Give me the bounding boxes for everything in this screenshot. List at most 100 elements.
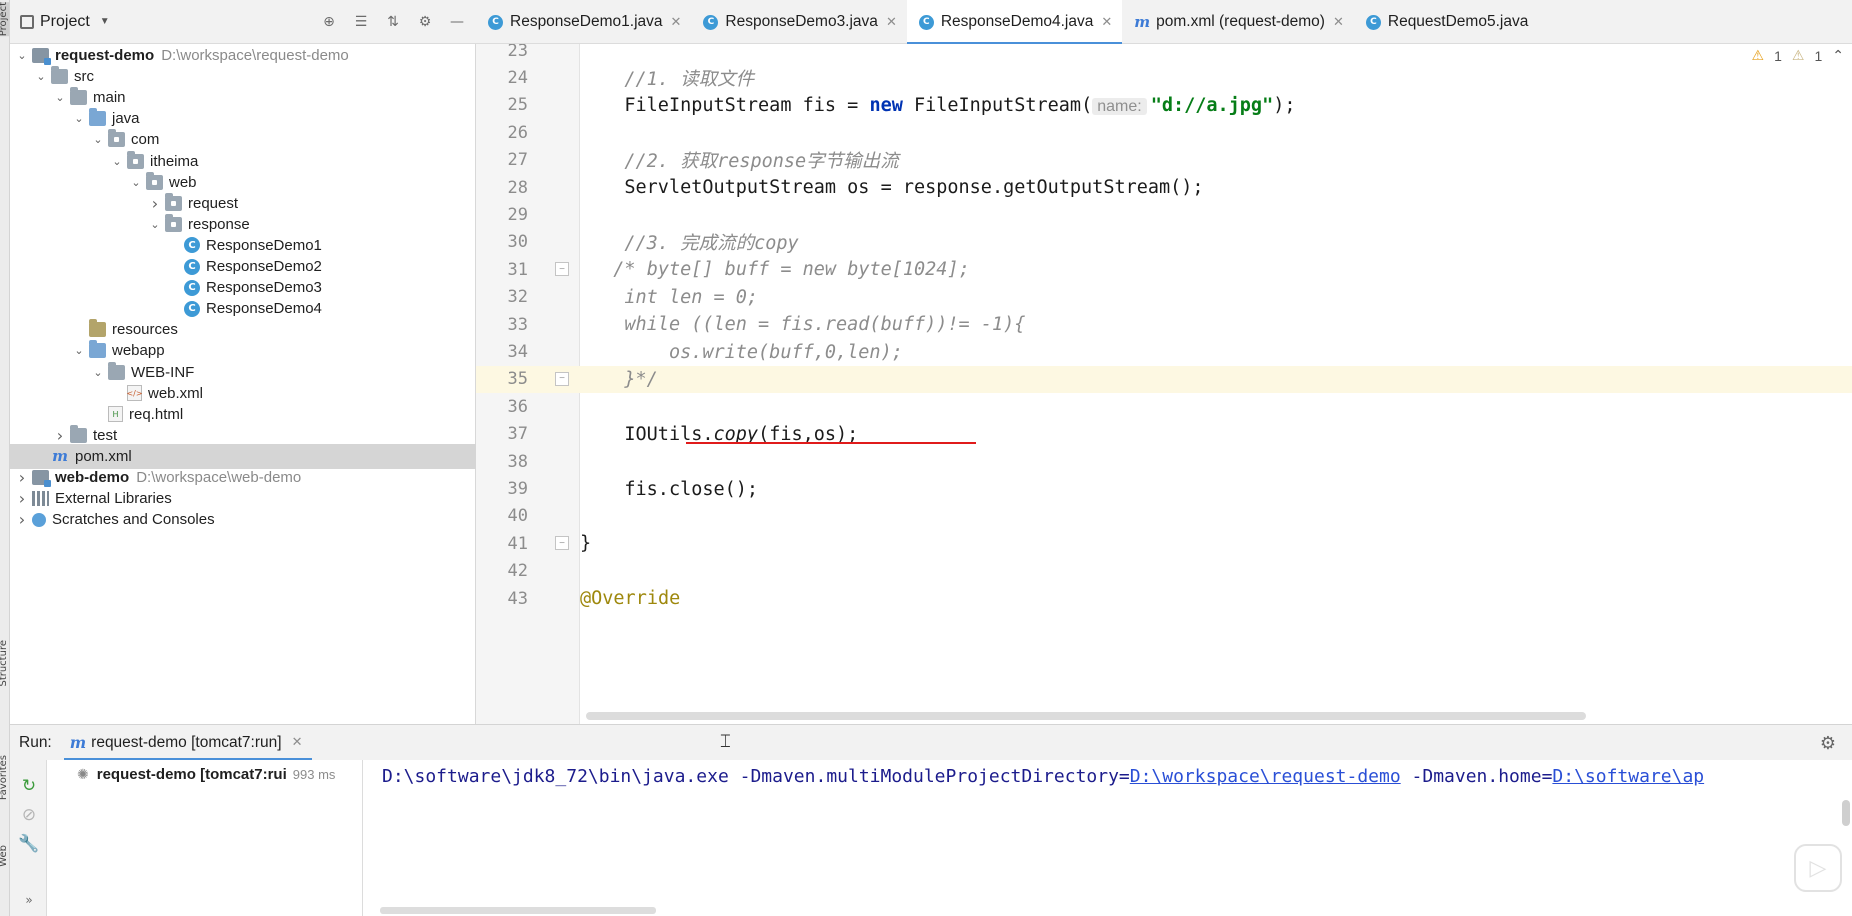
tree-item[interactable]: › Scratches and Consoles <box>10 507 476 532</box>
chevron-up-icon[interactable]: ⌃ <box>1832 48 1844 64</box>
code-text: @Override <box>580 588 681 610</box>
code-line[interactable]: 37 IOUtils.copy(fis,os); <box>476 421 1852 448</box>
editor-tab[interactable]: C ResponseDemo3.java ✕ <box>691 0 906 44</box>
code-line[interactable]: 43 @Override <box>476 585 1852 612</box>
run-config-tab[interactable]: m request-demo [tomcat7:run] ✕ <box>63 725 313 761</box>
web-tool-button[interactable]: Web <box>0 845 9 867</box>
close-icon[interactable]: ✕ <box>1101 15 1112 30</box>
rerun-icon[interactable]: ↻ <box>19 776 39 796</box>
chevron-right-icon[interactable]: › <box>12 468 32 487</box>
more-icon[interactable]: » <box>19 890 39 910</box>
line-number: 31 <box>507 259 528 280</box>
chevron-down-icon[interactable]: ⌄ <box>107 155 127 168</box>
fold-marker-icon[interactable]: − <box>555 262 569 277</box>
expand-all-icon[interactable]: ☰ <box>352 13 370 31</box>
chevron-down-icon[interactable]: ⌄ <box>12 49 32 62</box>
chevron-down-icon[interactable]: ⌄ <box>88 133 108 146</box>
code-editor[interactable]: 23 24 //1. 读取文件 25 FileInputStream fis = new… <box>476 44 1852 724</box>
chevron-down-icon[interactable]: ⌄ <box>50 91 70 104</box>
package-icon <box>127 150 144 169</box>
editor-tab[interactable]: m pom.xml (request-demo) ✕ <box>1122 0 1354 44</box>
chevron-right-icon[interactable]: › <box>12 510 32 529</box>
code-line[interactable]: 39 fis.close(); <box>476 475 1852 502</box>
ide-window: Project Structure Favorites Web Project … <box>0 0 1852 916</box>
console-horizontal-scrollbar[interactable] <box>380 907 656 914</box>
tree-item-label: test <box>93 426 118 444</box>
project-tool-button[interactable]: Project <box>0 2 9 37</box>
tree-item-label: main <box>93 89 126 107</box>
code-line[interactable]: 28 ServletOutputStream os = response.getO… <box>476 174 1852 201</box>
favorites-tool-button[interactable]: Favorites <box>0 755 9 800</box>
code-line[interactable]: 30 //3. 完成流的copy <box>476 229 1852 256</box>
chevron-down-icon[interactable]: ⌄ <box>126 176 146 189</box>
code-line[interactable]: 34 os.write(buff,0,len); <box>476 338 1852 365</box>
folder-icon <box>108 361 125 380</box>
console-link[interactable]: D:\workspace\request-demo <box>1130 766 1401 787</box>
code-line[interactable]: 25 FileInputStream fis = new FileInputStr… <box>476 92 1852 119</box>
collapse-all-icon[interactable]: ⇅ <box>384 13 402 31</box>
gear-icon[interactable]: ⚙ <box>416 13 434 31</box>
chevron-down-icon[interactable]: ⌄ <box>69 112 89 125</box>
code-line[interactable]: 41} <box>476 530 1852 557</box>
tree-item-label: web.xml <box>148 384 204 402</box>
wrench-icon[interactable]: 🔧 <box>18 834 39 854</box>
console-vertical-scrollbar[interactable] <box>1842 800 1850 826</box>
editor-tab[interactable]: C ResponseDemo1.java ✕ <box>476 0 691 44</box>
project-panel-title: Project <box>40 12 90 30</box>
package-icon <box>165 213 182 232</box>
code-line[interactable]: 26 <box>476 119 1852 146</box>
code-line[interactable]: 29 <box>476 201 1852 228</box>
close-icon[interactable]: ✕ <box>292 735 303 750</box>
console-output[interactable]: D:\software\jdk8_72\bin\java.exe -Dmaven… <box>382 766 1704 787</box>
code-line[interactable]: 35}*/ <box>476 365 1852 394</box>
console-link[interactable]: D:\software\ap <box>1552 766 1704 787</box>
code-line[interactable]: 24 //1. 读取文件 <box>476 64 1852 91</box>
code-line[interactable]: 40 <box>476 503 1852 530</box>
hide-icon[interactable]: — <box>448 13 466 31</box>
line-number: 24 <box>507 68 528 89</box>
run-node[interactable]: ✺ request-demo [tomcat7:rui 993 ms <box>77 766 335 783</box>
code-line[interactable]: 36 <box>476 393 1852 420</box>
gear-icon[interactable]: ⚙ <box>1820 733 1836 754</box>
code-line[interactable]: 31 /* byte[] buff = new byte[1024]; <box>476 256 1852 283</box>
chevron-right-icon[interactable]: › <box>50 426 70 445</box>
editor-tab-label: pom.xml (request-demo) <box>1156 13 1325 30</box>
fold-marker-icon[interactable]: − <box>555 371 569 386</box>
chevron-right-icon[interactable]: › <box>145 194 165 213</box>
code-line[interactable]: 33 while ((len = fis.read(buff))!= -1){ <box>476 311 1852 338</box>
spinner-icon: ✺ <box>77 766 89 783</box>
close-icon[interactable]: ✕ <box>1333 15 1344 30</box>
editor-tab[interactable]: C RequestDemo5.java <box>1354 0 1538 44</box>
chevron-down-icon[interactable]: ⌄ <box>88 366 108 379</box>
play-icon: ▷ <box>1794 844 1842 892</box>
chevron-down-icon[interactable]: ⌄ <box>145 218 165 231</box>
code-line[interactable]: 38 <box>476 448 1852 475</box>
close-icon[interactable]: ✕ <box>886 15 897 30</box>
code-line[interactable]: 23 <box>476 44 1852 64</box>
code-text: //3. 完成流的copy <box>624 233 799 255</box>
editor-tab[interactable]: C ResponseDemo4.java ✕ <box>906 0 1123 45</box>
project-icon <box>20 14 34 29</box>
editor-horizontal-scrollbar[interactable] <box>586 712 1586 720</box>
chevron-right-icon[interactable]: › <box>12 489 32 508</box>
package-icon <box>108 129 125 148</box>
chevron-down-icon[interactable]: ⌄ <box>31 70 51 83</box>
code-line[interactable]: 32 int len = 0; <box>476 284 1852 311</box>
close-icon[interactable]: ✕ <box>671 15 682 30</box>
code-line[interactable]: 42 <box>476 558 1852 585</box>
chevron-down-icon[interactable]: ⌄ <box>69 344 89 357</box>
tree-item-label: pom.xml <box>75 447 132 465</box>
tree-item-label: ResponseDemo1 <box>206 236 322 254</box>
tree-item-label: web <box>169 173 197 191</box>
editor-tab-label: ResponseDemo4.java <box>940 13 1094 30</box>
project-view-selector[interactable]: Project ▼ <box>20 13 110 31</box>
tree-item-label: request <box>188 194 239 212</box>
stop-icon[interactable]: ⊘ <box>19 805 39 825</box>
fold-marker-icon[interactable]: − <box>555 536 569 551</box>
inspection-widget[interactable]: ⚠ 1 ⚠ 1 ⌃ <box>1752 44 1844 68</box>
structure-tool-button[interactable]: Structure <box>0 640 9 687</box>
code-line[interactable]: 27 //2. 获取response字节输出流 <box>476 147 1852 174</box>
tree-item-label: ResponseDemo2 <box>206 258 322 275</box>
line-number: 30 <box>507 232 528 253</box>
sync-icon[interactable]: ⊕ <box>320 13 338 31</box>
